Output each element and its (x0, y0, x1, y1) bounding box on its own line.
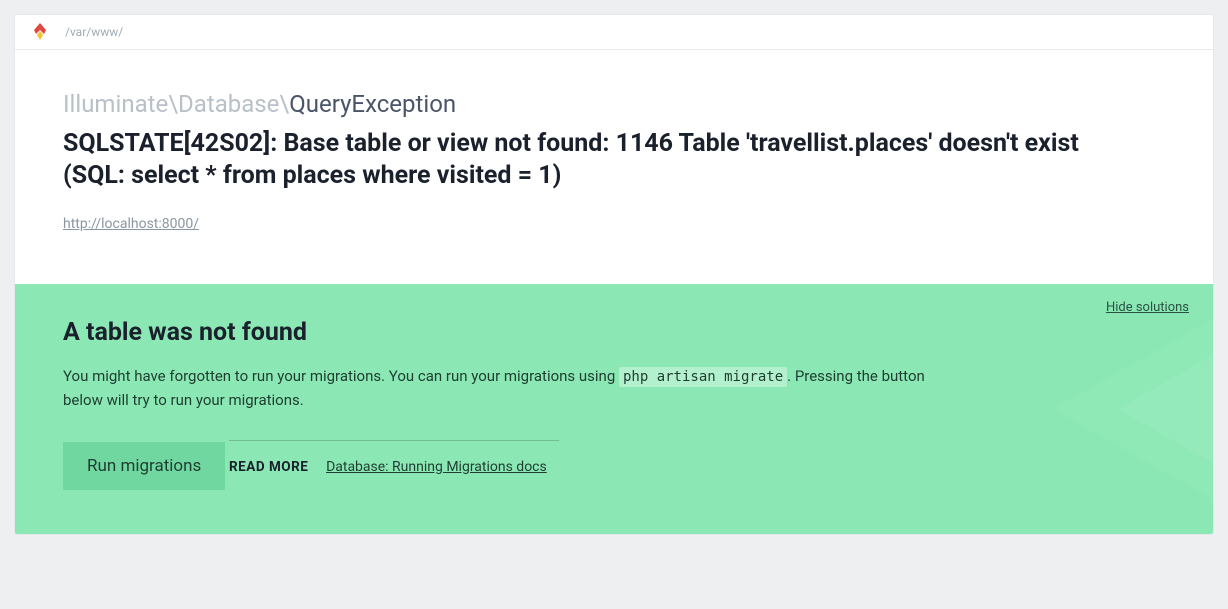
exception-section: Illuminate\Database\QueryException SQLST… (15, 50, 1213, 284)
exception-namespace: Illuminate\Database\ (63, 90, 289, 118)
readmore-label: READ MORE (229, 459, 308, 475)
error-message: SQLSTATE[42S02]: Base table or view not … (63, 128, 1113, 192)
solution-panel: Hide solutions A table was not found You… (15, 284, 1213, 534)
error-card: /var/www/ Illuminate\Database\QueryExcep… (14, 14, 1214, 535)
readmore-block: READ MORE Database: Running Migrations d… (229, 440, 559, 475)
run-migrations-button[interactable]: Run migrations (63, 442, 225, 490)
header-bar: /var/www/ (15, 15, 1213, 50)
solution-text: You might have forgotten to run your mig… (63, 365, 963, 412)
ignition-logo-icon (33, 23, 47, 41)
exception-heading: Illuminate\Database\QueryException (63, 90, 1165, 118)
solution-text-before: You might have forgotten to run your mig… (63, 367, 619, 385)
request-url-link[interactable]: http://localhost:8000/ (63, 216, 199, 232)
solution-inline-code: php artisan migrate (619, 367, 787, 387)
page-container: /var/www/ Illuminate\Database\QueryExcep… (0, 0, 1228, 549)
exception-class: QueryException (289, 90, 456, 118)
readmore-link[interactable]: Database: Running Migrations docs (326, 459, 547, 475)
hide-solutions-link[interactable]: Hide solutions (1106, 300, 1189, 315)
solution-title: A table was not found (63, 318, 1165, 347)
breadcrumb: /var/www/ (65, 25, 123, 39)
